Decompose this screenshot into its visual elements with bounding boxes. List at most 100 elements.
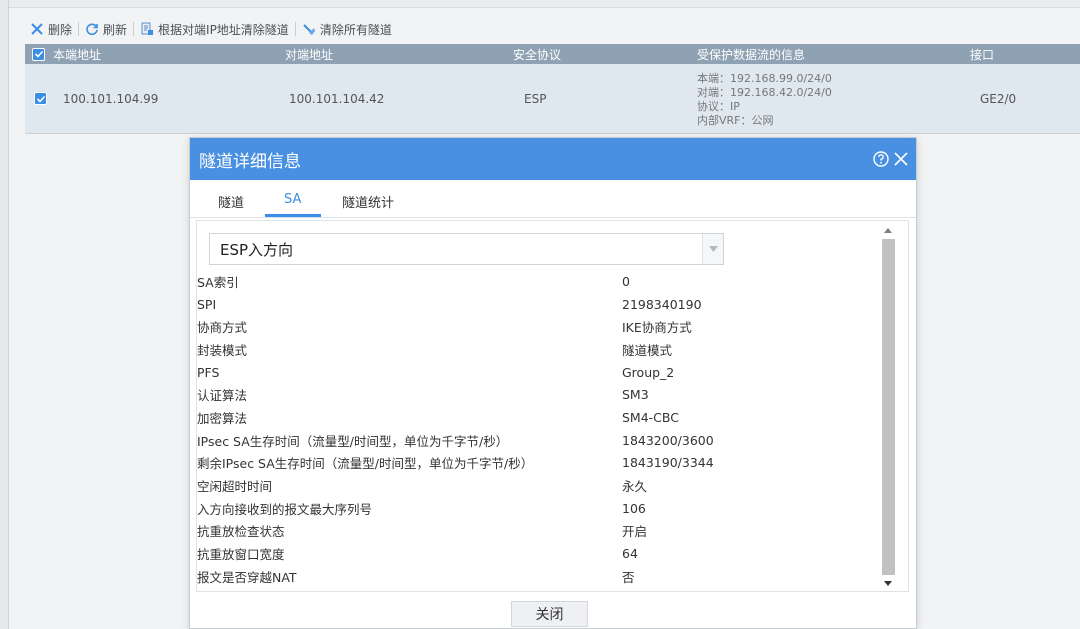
check-icon <box>36 95 45 103</box>
header-label: 本端地址 <box>53 47 102 62</box>
sa-property-value: 开启 <box>622 524 648 540</box>
tunnel-detail-dialog: 隧道详细信息 隧道 SA 隧道统计 ESP入方向 SA索引 0 SPI 2198340… <box>189 137 917 629</box>
protected-flow-line: 对端：192.168.42.0/24/0 <box>697 85 832 99</box>
refresh-label: 刷新 <box>103 22 128 37</box>
direction-select-value: ESP入方向 <box>220 240 294 259</box>
sa-property-row: 抗重放窗口宽度 64 <box>197 542 887 565</box>
dialog-title: 隧道详细信息 <box>199 151 301 172</box>
dialog-tabs: 隧道 SA 隧道统计 <box>190 180 916 218</box>
tunnel-table: 本端地址 对端地址 安全协议 受保护数据流的信息 接口 100.101.104.… <box>25 44 1080 134</box>
sa-property-key: 封装模式 <box>197 342 248 358</box>
scroll-up-arrow-icon[interactable] <box>880 223 896 238</box>
dialog-header: 隧道详细信息 <box>190 138 916 180</box>
header-peer-address: 对端地址 <box>285 47 334 62</box>
header-protected-flow: 受保护数据流的信息 <box>697 47 806 62</box>
sa-property-value: 永久 <box>622 479 648 495</box>
sa-property-key: 加密算法 <box>197 410 248 426</box>
sa-property-key: 认证算法 <box>197 388 248 404</box>
tab-tunnel-statistics[interactable]: 隧道统计 <box>342 192 394 211</box>
sa-property-value: SM3 <box>622 387 649 403</box>
local-address-value: 100.101.104.99 <box>63 91 159 106</box>
refresh-button[interactable]: 刷新 <box>79 19 133 39</box>
sa-property-value: Group_2 <box>622 364 675 380</box>
sa-property-key: PFS <box>197 364 220 380</box>
clear-document-icon <box>140 22 154 36</box>
sa-property-key: 协商方式 <box>197 320 248 336</box>
cell-interface: GE2/0 <box>980 91 1017 106</box>
sa-property-row: PFS Group_2 <box>197 361 887 384</box>
delete-x-icon <box>30 22 44 36</box>
sa-detail-panel: ESP入方向 SA索引 0 SPI 2198340190 协商方式 IKE协商方式封装模式… <box>196 220 909 592</box>
sa-property-row: 空闲超时时间 永久 <box>197 474 887 497</box>
sa-property-row: 抗重放检查状态 开启 <box>197 520 887 543</box>
protected-flow-line: 内部VRF：公网 <box>697 113 774 127</box>
delete-button[interactable]: 删除 <box>24 19 78 39</box>
header-security-protocol: 安全协议 <box>513 47 562 62</box>
clear-all-tunnels-label: 清除所有隧道 <box>319 22 392 37</box>
sa-property-value: 隧道模式 <box>622 342 673 358</box>
table-row[interactable]: 100.101.104.99 100.101.104.42 ESP 本端：192… <box>25 64 1080 134</box>
sa-property-key: 入方向接收到的报文最大序列号 <box>197 501 373 517</box>
sa-property-key: 报文是否穿越NAT <box>197 569 297 585</box>
cell-peer-address: 100.101.104.42 <box>289 91 385 106</box>
delete-label: 删除 <box>48 22 73 37</box>
sa-property-key: SPI <box>197 296 217 312</box>
protected-flow-line: 本端：192.168.99.0/24/0 <box>697 71 832 85</box>
tab-sa[interactable]: SA <box>284 192 301 207</box>
clear-by-peer-ip-label: 根据对端IP地址清除隧道 <box>158 22 289 37</box>
table-header: 本端地址 对端地址 安全协议 受保护数据流的信息 接口 <box>25 44 1080 64</box>
sa-property-key: 抗重放检查状态 <box>197 524 285 540</box>
chevron-down-icon[interactable] <box>702 234 723 264</box>
toolbar: 删除 刷新 根据对端IP地址清除隧道 清除所有隧道 <box>24 17 398 41</box>
sa-property-row: SA索引 0 <box>197 270 887 293</box>
sa-property-key: 抗重放窗口宽度 <box>197 547 285 563</box>
sa-property-value: 2198340190 <box>622 296 702 312</box>
refresh-icon <box>85 22 99 36</box>
row-checkbox[interactable] <box>34 92 47 105</box>
select-all-checkbox[interactable] <box>32 47 45 61</box>
sa-property-row: 认证算法 SM3 <box>197 383 887 406</box>
sa-property-key: IPsec SA生存时间（流量型/时间型，单位为千字节/秒） <box>197 433 509 449</box>
sa-property-value: 否 <box>622 569 635 585</box>
sa-property-value: 64 <box>622 546 638 562</box>
panel-scrollbar[interactable] <box>880 221 896 591</box>
sa-property-row: 剩余IPsec SA生存时间（流量型/时间型，单位为千字节/秒） 1843190/… <box>197 452 887 475</box>
sa-property-value: 1843190/3344 <box>622 455 714 471</box>
sa-properties-list: SA索引 0 SPI 2198340190 协商方式 IKE协商方式封装模式 隧道模式 PFS… <box>197 270 887 588</box>
sa-property-value: SM4-CBC <box>622 409 679 425</box>
help-icon[interactable] <box>872 150 890 168</box>
sa-property-key: 剩余IPsec SA生存时间（流量型/时间型，单位为千字节/秒） <box>197 456 534 472</box>
scroll-down-arrow-icon[interactable] <box>880 576 896 591</box>
cell-local-address: 100.101.104.99 <box>25 92 282 106</box>
sa-property-value: IKE协商方式 <box>622 320 692 336</box>
sa-property-key: SA索引 <box>197 274 239 290</box>
sa-property-value: 106 <box>622 500 646 516</box>
sa-property-row: IPsec SA生存时间（流量型/时间型，单位为千字节/秒） 1843200/36… <box>197 429 887 452</box>
active-tab-underline <box>265 214 321 217</box>
direction-select[interactable]: ESP入方向 <box>209 233 724 265</box>
sa-property-value: 0 <box>622 273 630 289</box>
close-button[interactable]: 关闭 <box>511 601 588 627</box>
sa-property-row: 加密算法 SM4-CBC <box>197 406 887 429</box>
clear-by-peer-ip-button[interactable]: 根据对端IP地址清除隧道 <box>134 19 295 39</box>
tab-tunnel[interactable]: 隧道 <box>218 192 244 211</box>
scrollbar-thumb[interactable] <box>882 239 895 575</box>
sa-property-key: 空闲超时时间 <box>197 479 273 495</box>
sa-property-row: 报文是否穿越NAT 否 <box>197 565 887 588</box>
cell-protected-flow: 本端：192.168.99.0/24/0 对端：192.168.42.0/24/… <box>692 70 964 128</box>
close-icon[interactable] <box>892 150 910 168</box>
protected-flow-line: 协议：IP <box>697 99 740 113</box>
top-frame-edge <box>9 0 1080 8</box>
sa-property-row: 协商方式 IKE协商方式 <box>197 315 887 338</box>
header-local-address: 本端地址 <box>25 46 282 63</box>
left-frame-edge <box>0 0 9 629</box>
header-interface: 接口 <box>970 47 995 62</box>
clear-all-tunnels-button[interactable]: 清除所有隧道 <box>296 19 398 39</box>
sa-property-row: 封装模式 隧道模式 <box>197 338 887 361</box>
dialog-header-tools <box>872 150 910 168</box>
broom-icon <box>302 22 316 36</box>
sa-property-row: 入方向接收到的报文最大序列号 106 <box>197 497 887 520</box>
sa-property-row: SPI 2198340190 <box>197 293 887 316</box>
check-icon <box>34 50 43 58</box>
cell-security-protocol: ESP <box>524 91 547 106</box>
